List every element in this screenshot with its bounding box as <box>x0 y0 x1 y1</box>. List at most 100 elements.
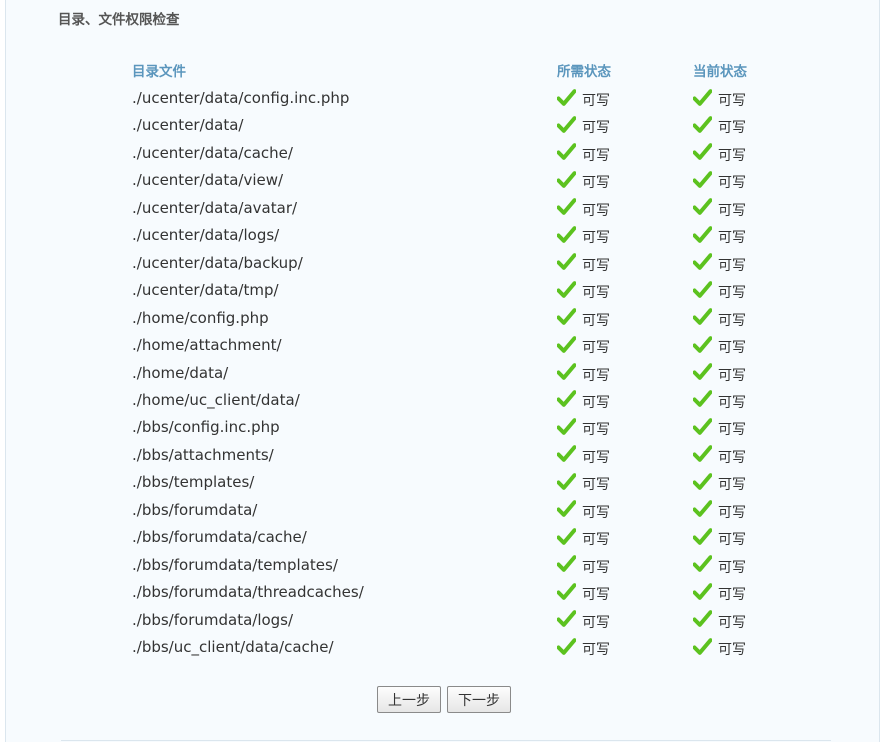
check-icon <box>693 582 712 600</box>
check-icon <box>557 555 576 572</box>
required-status: 可写 <box>557 498 610 521</box>
check-icon <box>693 116 712 133</box>
current-status: 可写 <box>693 498 746 521</box>
current-status: 可写 <box>693 223 746 246</box>
check-icon <box>557 418 576 435</box>
table-row: ./ucenter/data/cache/可写 可写 <box>6 141 879 171</box>
required-status-label: 可写 <box>582 614 610 631</box>
required-status: 可写 <box>557 580 610 603</box>
table-row: ./bbs/attachments/可写 可写 <box>6 443 879 473</box>
file-path: ./bbs/uc_client/data/cache/ <box>132 638 334 656</box>
current-status-label: 可写 <box>718 477 746 494</box>
file-path: ./home/config.php <box>132 308 269 327</box>
required-status: 可写 <box>557 470 610 493</box>
current-status-label: 可写 <box>718 285 746 302</box>
file-path: ./ucenter/data/avatar/ <box>132 198 298 217</box>
current-status-label: 可写 <box>718 340 746 357</box>
current-status-label: 可写 <box>718 559 746 576</box>
required-status: 可写 <box>557 306 610 329</box>
current-status-label: 可写 <box>718 120 746 137</box>
current-status-label: 可写 <box>718 93 746 109</box>
required-status: 可写 <box>557 443 610 466</box>
file-path: ./ucenter/data/backup/ <box>132 253 303 272</box>
required-status: 可写 <box>557 251 610 274</box>
current-status: 可写 <box>693 333 746 357</box>
check-icon <box>693 253 712 270</box>
current-status-label: 可写 <box>718 312 746 329</box>
check-icon <box>557 445 576 463</box>
check-icon <box>693 335 712 353</box>
required-status-label: 可写 <box>582 93 610 109</box>
current-status: 可写 <box>693 168 746 191</box>
section-title: 目录、文件权限检查 <box>58 12 180 28</box>
current-status-label: 可写 <box>718 587 746 604</box>
required-status: 可写 <box>557 553 610 576</box>
required-status-label: 可写 <box>582 285 610 302</box>
next-step-button[interactable]: 下一步 <box>447 686 511 713</box>
required-status-label: 可写 <box>582 449 610 466</box>
required-status-label: 可写 <box>582 642 610 658</box>
check-icon <box>693 280 712 298</box>
check-icon <box>557 363 576 380</box>
check-icon <box>693 637 712 655</box>
table-row: ./bbs/forumdata/可写 可写 <box>6 498 879 528</box>
required-status-label: 可写 <box>582 394 610 411</box>
required-status: 可写 <box>557 223 610 246</box>
current-status: 可写 <box>693 388 746 411</box>
check-icon <box>557 472 576 490</box>
current-status: 可写 <box>693 525 746 548</box>
check-icon <box>557 143 576 161</box>
table-row: ./home/config.php 可写 可写 <box>6 306 879 336</box>
check-icon <box>557 335 576 353</box>
file-path: ./ucenter/data/config.inc.php <box>132 89 350 107</box>
table-row: ./bbs/forumdata/templates/可写 可写 <box>6 553 879 583</box>
current-status: 可写 <box>693 470 746 494</box>
required-status: 可写 <box>557 168 610 192</box>
file-path: ./ucenter/data/ <box>132 116 244 135</box>
required-status: 可写 <box>557 113 610 136</box>
table-row: ./home/uc_client/data/可写 可写 <box>6 388 879 418</box>
table-row: ./bbs/forumdata/threadcaches/可写 可写 <box>6 580 879 610</box>
required-status: 可写 <box>557 361 610 384</box>
file-path: ./bbs/forumdata/logs/ <box>132 610 294 629</box>
current-status: 可写 <box>693 141 746 164</box>
table-row: ./bbs/config.inc.php 可写 可写 <box>6 418 879 445</box>
required-status: 可写 <box>557 278 610 302</box>
required-status-label: 可写 <box>582 175 610 192</box>
check-icon <box>557 171 576 188</box>
required-status: 可写 <box>557 196 610 219</box>
column-header-current: 当前状态 <box>693 64 747 80</box>
check-icon <box>693 363 712 380</box>
file-path: ./bbs/forumdata/templates/ <box>132 555 338 574</box>
required-status-label: 可写 <box>582 202 610 219</box>
current-status-label: 可写 <box>718 642 746 658</box>
required-status-label: 可写 <box>582 367 610 384</box>
required-status-label: 可写 <box>582 422 610 439</box>
check-icon <box>557 390 576 408</box>
check-icon <box>693 198 712 216</box>
current-status: 可写 <box>693 635 746 658</box>
current-status-label: 可写 <box>718 367 746 384</box>
check-icon <box>557 527 576 545</box>
check-icon <box>557 88 576 106</box>
required-status-label: 可写 <box>582 312 610 329</box>
current-status-label: 可写 <box>718 614 746 631</box>
file-path: ./bbs/templates/ <box>132 473 255 492</box>
table-row: ./home/data/可写 可写 <box>6 361 879 391</box>
current-status-label: 可写 <box>718 449 746 466</box>
check-icon <box>693 472 712 490</box>
file-path: ./bbs/forumdata/threadcaches/ <box>132 583 364 602</box>
current-status: 可写 <box>693 251 746 274</box>
required-status-label: 可写 <box>582 257 610 274</box>
check-icon <box>557 500 576 518</box>
current-status: 可写 <box>693 553 746 576</box>
file-path: ./home/data/ <box>132 363 229 382</box>
check-icon <box>557 637 576 655</box>
check-icon <box>693 555 712 572</box>
table-row: ./ucenter/data/backup/可写 可写 <box>6 251 879 281</box>
file-path: ./bbs/forumdata/cache/ <box>132 528 307 547</box>
current-status: 可写 <box>693 86 746 109</box>
prev-step-button[interactable]: 上一步 <box>377 686 441 713</box>
current-status: 可写 <box>693 608 746 631</box>
check-icon <box>693 88 712 106</box>
